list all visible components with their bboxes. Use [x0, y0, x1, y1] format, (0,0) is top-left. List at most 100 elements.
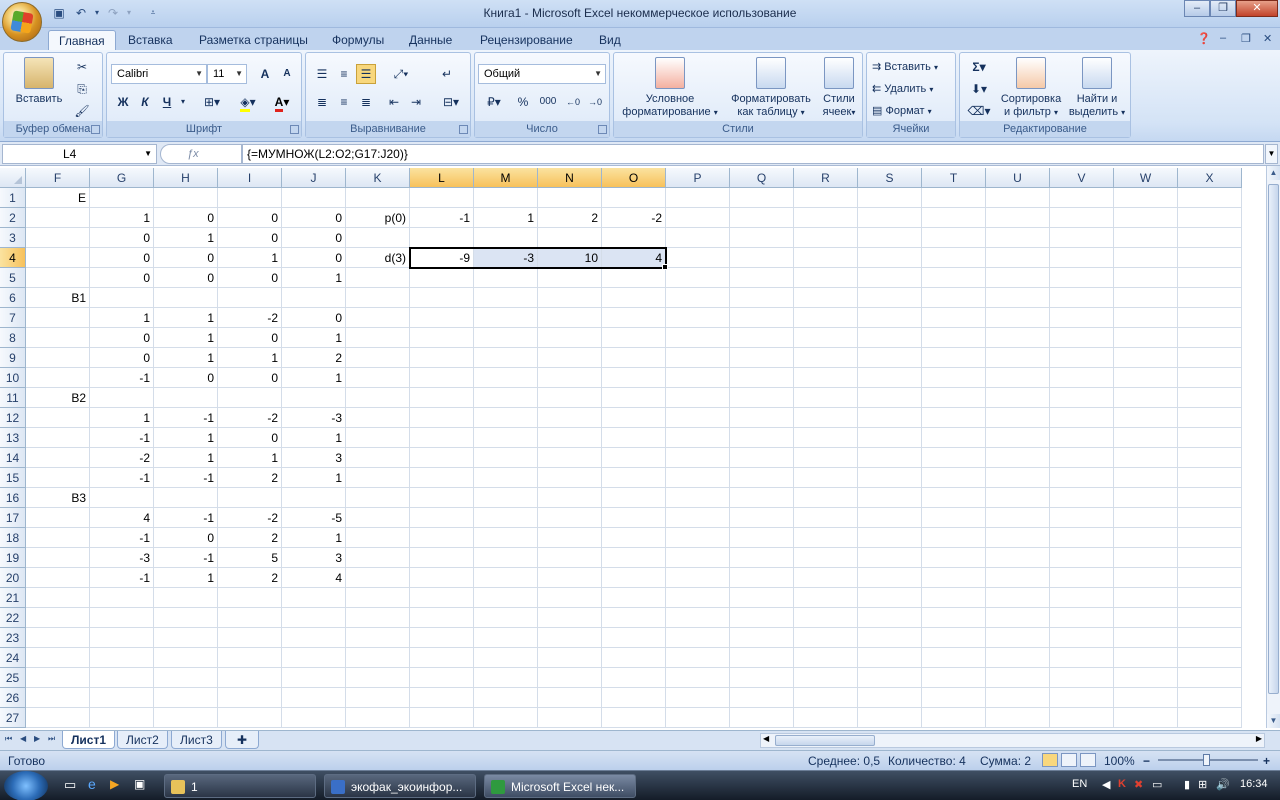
cell-O26[interactable] — [602, 688, 666, 708]
cell-V19[interactable] — [1050, 548, 1114, 568]
cell-H21[interactable] — [154, 588, 218, 608]
insert-sheet-icon[interactable]: ✚ — [225, 731, 259, 749]
normal-view-icon[interactable] — [1042, 753, 1058, 767]
cell-P14[interactable] — [666, 448, 730, 468]
cell-R2[interactable] — [794, 208, 858, 228]
close-button[interactable]: ✕ — [1236, 0, 1278, 17]
cell-Q16[interactable] — [730, 488, 794, 508]
show-desktop-icon[interactable]: ▭ — [64, 777, 76, 793]
cell-Q13[interactable] — [730, 428, 794, 448]
cell-I14[interactable]: 1 — [218, 448, 282, 468]
cell-J2[interactable]: 0 — [282, 208, 346, 228]
last-sheet-icon[interactable]: ⏭ — [48, 734, 55, 744]
cell-Q12[interactable] — [730, 408, 794, 428]
cell-F14[interactable] — [26, 448, 90, 468]
cell-F7[interactable] — [26, 308, 90, 328]
clock[interactable]: 16:34 — [1240, 778, 1268, 790]
row-header-19[interactable]: 19 — [0, 548, 26, 568]
cell-W6[interactable] — [1114, 288, 1178, 308]
cell-Q2[interactable] — [730, 208, 794, 228]
cell-W21[interactable] — [1114, 588, 1178, 608]
cell-N18[interactable] — [538, 528, 602, 548]
cell-W20[interactable] — [1114, 568, 1178, 588]
cell-R8[interactable] — [794, 328, 858, 348]
cell-O10[interactable] — [602, 368, 666, 388]
cell-K16[interactable] — [346, 488, 410, 508]
cell-G21[interactable] — [90, 588, 154, 608]
cell-G14[interactable]: -2 — [90, 448, 154, 468]
cell-T18[interactable] — [922, 528, 986, 548]
cell-S13[interactable] — [858, 428, 922, 448]
cell-V6[interactable] — [1050, 288, 1114, 308]
cell-F27[interactable] — [26, 708, 90, 728]
cell-Q8[interactable] — [730, 328, 794, 348]
cell-U2[interactable] — [986, 208, 1050, 228]
cell-N7[interactable] — [538, 308, 602, 328]
cell-I24[interactable] — [218, 648, 282, 668]
cell-K6[interactable] — [346, 288, 410, 308]
cell-Q25[interactable] — [730, 668, 794, 688]
cell-P20[interactable] — [666, 568, 730, 588]
cell-R10[interactable] — [794, 368, 858, 388]
sheet-tab-3[interactable]: Лист3 — [171, 731, 222, 749]
cell-T10[interactable] — [922, 368, 986, 388]
row-header-8[interactable]: 8 — [0, 328, 26, 348]
cell-O27[interactable] — [602, 708, 666, 728]
percent-button[interactable]: % — [513, 92, 533, 112]
cell-P3[interactable] — [666, 228, 730, 248]
cell-O18[interactable] — [602, 528, 666, 548]
cell-K24[interactable] — [346, 648, 410, 668]
cell-N22[interactable] — [538, 608, 602, 628]
cell-I8[interactable]: 0 — [218, 328, 282, 348]
cell-T26[interactable] — [922, 688, 986, 708]
cell-M13[interactable] — [474, 428, 538, 448]
cell-G3[interactable]: 0 — [90, 228, 154, 248]
cell-G16[interactable] — [90, 488, 154, 508]
align-top-icon[interactable]: ☰ — [312, 64, 332, 84]
cell-J3[interactable]: 0 — [282, 228, 346, 248]
tray-window-icon[interactable]: ▭ — [1152, 778, 1162, 791]
cell-X25[interactable] — [1178, 668, 1242, 688]
cell-T14[interactable] — [922, 448, 986, 468]
switch-windows-icon[interactable]: ▣ — [134, 777, 145, 791]
cell-G8[interactable]: 0 — [90, 328, 154, 348]
cell-U6[interactable] — [986, 288, 1050, 308]
cell-I25[interactable] — [218, 668, 282, 688]
language-indicator[interactable]: EN — [1072, 778, 1087, 790]
cell-O7[interactable] — [602, 308, 666, 328]
cell-R14[interactable] — [794, 448, 858, 468]
cell-X17[interactable] — [1178, 508, 1242, 528]
cell-M2[interactable]: 1 — [474, 208, 538, 228]
cell-W17[interactable] — [1114, 508, 1178, 528]
column-header-G[interactable]: G — [90, 168, 154, 188]
cell-T20[interactable] — [922, 568, 986, 588]
cell-G15[interactable]: -1 — [90, 468, 154, 488]
column-header-N[interactable]: N — [538, 168, 602, 188]
cell-T7[interactable] — [922, 308, 986, 328]
cell-O17[interactable] — [602, 508, 666, 528]
cell-M16[interactable] — [474, 488, 538, 508]
tab-page-layout[interactable]: Разметка страницы — [189, 30, 318, 50]
cell-F10[interactable] — [26, 368, 90, 388]
column-header-I[interactable]: I — [218, 168, 282, 188]
cell-R19[interactable] — [794, 548, 858, 568]
cell-J6[interactable] — [282, 288, 346, 308]
column-header-U[interactable]: U — [986, 168, 1050, 188]
cell-G17[interactable]: 4 — [90, 508, 154, 528]
cell-M18[interactable] — [474, 528, 538, 548]
cell-O8[interactable] — [602, 328, 666, 348]
cell-N27[interactable] — [538, 708, 602, 728]
cell-V27[interactable] — [1050, 708, 1114, 728]
cell-P17[interactable] — [666, 508, 730, 528]
name-box[interactable]: L4 ▼ — [2, 144, 157, 164]
font-color-button[interactable]: A▾ — [267, 92, 297, 112]
cell-G19[interactable]: -3 — [90, 548, 154, 568]
cell-P5[interactable] — [666, 268, 730, 288]
cell-G22[interactable] — [90, 608, 154, 628]
align-right-icon[interactable]: ≣ — [356, 92, 376, 112]
cell-Q4[interactable] — [730, 248, 794, 268]
cell-W8[interactable] — [1114, 328, 1178, 348]
cell-J11[interactable] — [282, 388, 346, 408]
cell-F1[interactable]: E — [26, 188, 90, 208]
cell-V1[interactable] — [1050, 188, 1114, 208]
